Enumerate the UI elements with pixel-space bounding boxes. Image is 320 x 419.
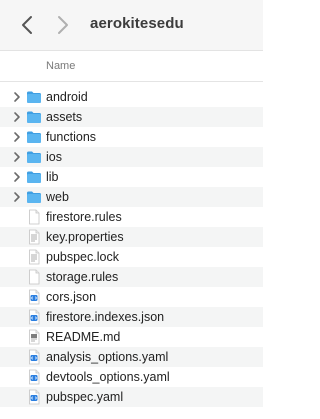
name-column-header[interactable]: Name	[46, 60, 75, 72]
markdown-document-icon	[29, 329, 40, 345]
blank-document-icon	[29, 209, 40, 225]
folder-row[interactable]: assets	[0, 107, 263, 127]
text-document-icon	[29, 249, 40, 265]
item-name: storage.rules	[46, 270, 119, 284]
file-row[interactable]: cors.json	[0, 287, 263, 307]
disclosure-chevron-icon[interactable]	[12, 91, 22, 103]
file-row[interactable]: analysis_options.yaml	[0, 347, 263, 367]
folder-row[interactable]: web	[0, 187, 263, 207]
folder-row[interactable]: lib	[0, 167, 263, 187]
file-row[interactable]: README.md	[0, 327, 263, 347]
item-name: pubspec.yaml	[46, 390, 124, 404]
folder-icon	[27, 191, 41, 203]
file-row[interactable]: key.properties	[0, 227, 263, 247]
folder-icon	[27, 91, 41, 103]
text-document-icon	[29, 229, 40, 245]
code-document-icon	[29, 349, 40, 365]
disclosure-chevron-icon[interactable]	[12, 111, 22, 123]
folder-row[interactable]: ios	[0, 147, 263, 167]
file-list: android assets functions ios lib web firestore…	[0, 87, 263, 407]
file-row[interactable]: pubspec.yaml	[0, 387, 263, 407]
code-document-icon	[29, 309, 40, 325]
item-name: assets	[46, 110, 83, 124]
item-name: ios	[46, 150, 62, 164]
file-row[interactable]: firestore.rules	[0, 207, 263, 227]
item-name: analysis_options.yaml	[46, 350, 169, 364]
disclosure-chevron-icon[interactable]	[12, 131, 22, 143]
item-name: firestore.indexes.json	[46, 310, 165, 324]
code-document-icon	[29, 369, 40, 385]
item-name: README.md	[46, 330, 121, 344]
item-name: cors.json	[46, 290, 97, 304]
blank-document-icon	[29, 269, 40, 285]
item-name: pubspec.lock	[46, 250, 119, 264]
item-name: firestore.rules	[46, 210, 122, 224]
folder-row[interactable]: android	[0, 87, 263, 107]
column-header: Name	[0, 51, 263, 82]
chevron-right-icon	[58, 16, 68, 34]
folder-icon	[27, 111, 41, 123]
file-row[interactable]: storage.rules	[0, 267, 263, 287]
file-row[interactable]: devtools_options.yaml	[0, 367, 263, 387]
folder-row[interactable]: functions	[0, 127, 263, 147]
item-name: android	[46, 90, 88, 104]
item-name: key.properties	[46, 230, 124, 244]
disclosure-chevron-icon[interactable]	[12, 171, 22, 183]
file-row[interactable]: pubspec.lock	[0, 247, 263, 267]
code-document-icon	[29, 289, 40, 305]
item-name: functions	[46, 130, 97, 144]
item-name: web	[46, 190, 69, 204]
folder-icon	[27, 171, 41, 183]
chevron-left-icon	[22, 16, 32, 34]
window-title: aerokitesedu	[90, 15, 184, 32]
forward-button[interactable]	[52, 13, 74, 37]
back-button[interactable]	[16, 13, 38, 37]
disclosure-chevron-icon[interactable]	[12, 191, 22, 203]
item-name: lib	[46, 170, 59, 184]
toolbar: aerokitesedu	[0, 0, 263, 51]
folder-icon	[27, 151, 41, 163]
file-row[interactable]: firestore.indexes.json	[0, 307, 263, 327]
disclosure-chevron-icon[interactable]	[12, 151, 22, 163]
code-document-icon	[29, 389, 40, 405]
item-name: devtools_options.yaml	[46, 370, 170, 384]
folder-icon	[27, 131, 41, 143]
